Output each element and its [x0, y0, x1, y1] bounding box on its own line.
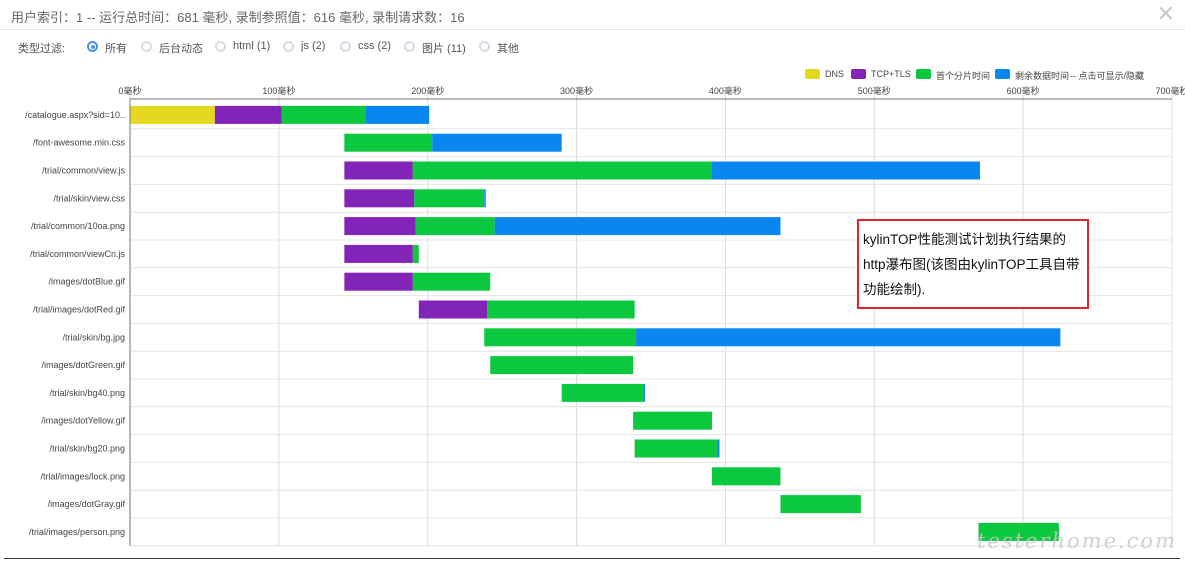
radio-icon[interactable]	[404, 41, 415, 52]
filter-option-label: 后台动态	[159, 43, 203, 55]
legend-swatch	[995, 69, 1010, 79]
radio-icon[interactable]	[340, 41, 351, 52]
x-tick-label: 200毫秒	[411, 85, 444, 96]
bar-first-chunk	[412, 244, 419, 263]
radio-icon[interactable]	[283, 41, 294, 52]
radio-icon[interactable]	[215, 41, 226, 52]
row-label: /images/dotBlue.gif	[48, 277, 125, 287]
bar-remaining	[494, 217, 781, 236]
row-label: /images/dotGreen.gif	[41, 360, 125, 370]
radio-icon[interactable]	[87, 41, 98, 52]
x-tick-label: 500毫秒	[858, 85, 891, 96]
bar-first-chunk	[414, 189, 485, 208]
bar-tcp-tls	[214, 105, 282, 124]
row-label: /trial/skin/view.css	[53, 193, 125, 203]
bar-remaining	[636, 328, 1061, 347]
row-label: /font-awesome.min.css	[33, 138, 126, 148]
bar-first-chunk	[561, 383, 644, 402]
legend-swatch	[916, 69, 931, 79]
row-label: /trial/common/view.js	[42, 166, 126, 176]
bar-first-chunk	[712, 467, 781, 486]
bar-first-chunk	[487, 300, 635, 319]
filter-option-label: css (2)	[358, 40, 391, 52]
bar-tcp-tls	[344, 217, 416, 236]
bar-tcp-tls	[344, 272, 413, 291]
bar-remaining	[365, 105, 430, 124]
bar-tcp-tls	[418, 300, 488, 319]
bottom-divider	[4, 558, 1180, 559]
x-tick-label: 300毫秒	[560, 85, 593, 96]
row-label: /trial/common/10oa.png	[31, 221, 125, 231]
waterfall-chart: 0毫秒 100毫秒 200毫秒 300毫秒 400毫秒 500毫秒 600毫秒 700毫秒/c…	[25, 85, 1185, 547]
bar-remaining	[643, 383, 646, 402]
row-label: /trial/skin/bg.jpg	[62, 332, 125, 342]
radio-icon[interactable]	[479, 41, 490, 52]
bar-first-chunk	[344, 133, 433, 152]
filter-option-label: 所有	[105, 43, 127, 55]
bar-first-chunk	[412, 272, 491, 291]
x-tick-label: 700毫秒	[1155, 85, 1185, 96]
bar-tcp-tls	[344, 161, 413, 180]
row-label: /catalogue.aspx?sid=10..	[25, 110, 125, 120]
bar-tcp-tls	[344, 189, 415, 208]
bar-remaining	[717, 439, 720, 458]
bar-dns	[130, 105, 215, 124]
row-label: /trial/skin/bg40.png	[49, 388, 125, 398]
legend-label: DNS	[825, 69, 845, 79]
bar-first-chunk	[412, 161, 713, 180]
bar-remaining	[432, 133, 562, 152]
x-tick-label: 0毫秒	[118, 85, 141, 96]
bar-remaining	[712, 161, 980, 180]
bar-first-chunk	[490, 356, 634, 375]
row-label: /images/dotGray.gif	[48, 499, 126, 509]
row-label: /trial/skin/bg20.png	[49, 444, 125, 454]
type-filter-label: 类型过滤:	[18, 43, 66, 55]
bar-remaining	[484, 189, 486, 208]
filter-option-label: js (2)	[301, 40, 326, 52]
filter-option-label: 其他	[497, 43, 519, 55]
filter-option-label: 图片 (11)	[422, 43, 466, 55]
dialog-header: 用户索引：1 -- 运行总时间：681 毫秒, 录制参照值：616 毫秒, 录制…	[0, 0, 1185, 30]
chart-legend: DNS TCP+TLS 首个分片时间 剩余数据时间 -- 点击可显示/隐藏	[805, 68, 1185, 81]
radio-icon[interactable]	[141, 41, 152, 52]
bar-first-chunk	[484, 328, 637, 347]
close-icon[interactable]: ✕	[1157, 2, 1175, 26]
watermark: testerhome.com	[976, 529, 1177, 553]
annotation-box: kylinTOP性能测试计划执行结果的http瀑布图(该图由kylinTOP工具…	[857, 219, 1089, 309]
legend-swatch	[805, 69, 820, 79]
x-tick-label: 600毫秒	[1007, 85, 1040, 96]
bar-first-chunk	[633, 411, 713, 430]
bar-first-chunk	[780, 495, 861, 514]
x-tick-label: 100毫秒	[262, 85, 295, 96]
bar-first-chunk	[634, 439, 718, 458]
row-label: /trial/images/person.png	[29, 527, 125, 537]
row-label: /trial/common/viewCn.js	[30, 249, 126, 259]
legend-swatch	[851, 69, 866, 79]
row-label: /trial/images/dotRed.gif	[33, 305, 126, 315]
x-tick-label: 400毫秒	[709, 85, 742, 96]
dialog-title: 用户索引：1 -- 运行总时间：681 毫秒, 录制参照值：616 毫秒, 录制…	[11, 10, 465, 25]
row-label: /images/dotYellow.gif	[41, 416, 125, 426]
row-label: /trial/images/lock.png	[40, 471, 125, 481]
bar-first-chunk	[281, 105, 366, 124]
bar-tcp-tls	[344, 244, 413, 263]
legend-label: TCP+TLS	[871, 69, 911, 79]
filter-option-label: html (1)	[233, 40, 271, 52]
bar-first-chunk	[415, 217, 495, 236]
